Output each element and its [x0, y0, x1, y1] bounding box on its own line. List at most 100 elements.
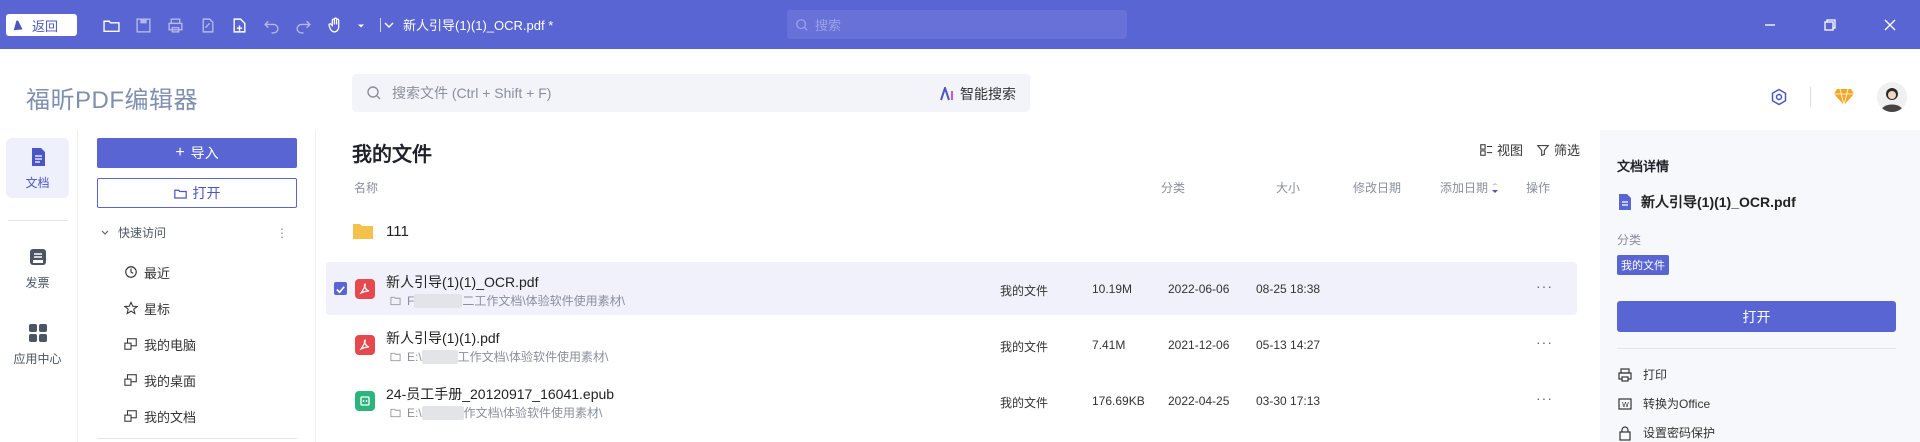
file-path: E:\xxxxxx工作文档\体验软件使用素材\: [390, 348, 608, 365]
column-header-size[interactable]: 大小: [1276, 179, 1300, 196]
nav-label-app-center: 应用中心: [13, 351, 62, 366]
open-folder-icon[interactable]: [100, 14, 122, 36]
settings-icon[interactable]: [1770, 88, 1788, 106]
file-added: 03-30 17:13: [1256, 394, 1321, 408]
file-added: 05-13 14:27: [1256, 338, 1321, 352]
quick-item-label: 最近: [144, 265, 171, 281]
back-pen-icon: [13, 20, 23, 31]
details-open-button[interactable]: 打开: [1617, 301, 1896, 332]
new-file-icon[interactable]: [228, 14, 250, 36]
lock-icon: [1619, 425, 1631, 441]
svg-text:W: W: [1622, 401, 1629, 409]
open-folder-icon: [173, 189, 187, 199]
quick-item-recent[interactable]: 最近: [124, 254, 196, 290]
folder-row[interactable]: 111: [352, 222, 409, 240]
user-avatar[interactable]: [1877, 82, 1907, 112]
quick-item-my-desktop[interactable]: 我的桌面: [124, 362, 196, 398]
import-label: 导入: [190, 145, 219, 161]
filter-label: 筛选: [1554, 143, 1581, 158]
minimize-button[interactable]: [1740, 0, 1800, 49]
column-header-category[interactable]: 分类: [1161, 179, 1185, 196]
document-icon: [31, 147, 45, 166]
file-row[interactable]: 新人引导(1)(1)_OCR.pdf Fxxxxxxxx二工作文档\体验软件使用…: [326, 262, 1577, 315]
epub-file-icon: [355, 391, 375, 411]
back-button[interactable]: 返回: [6, 14, 77, 36]
file-row[interactable]: 24-员工手册_20120917_16041.epub E:\xxxxxxx作文…: [326, 374, 1577, 427]
open-label: 打开: [192, 185, 221, 201]
file-category: 我的文件: [1000, 284, 1049, 298]
file-path-prefix: E:\: [407, 406, 422, 420]
restore-button[interactable]: [1800, 0, 1860, 49]
view-label: 视图: [1497, 143, 1524, 158]
divider: [1617, 348, 1896, 349]
quick-item-label: 我的桌面: [144, 373, 197, 389]
column-header-name[interactable]: 名称: [354, 179, 378, 196]
chevron-down-icon[interactable]: [383, 19, 395, 31]
pdf-file-icon: [355, 279, 375, 299]
more-options-icon[interactable]: ···: [1536, 334, 1553, 350]
hand-tool-icon[interactable]: [324, 14, 346, 36]
file-search-placeholder: 搜索文件 (Ctrl + Shift + F): [392, 85, 552, 101]
import-button[interactable]: + 导入: [97, 138, 297, 168]
nav-item-app-center[interactable]: 应用中心: [6, 314, 69, 374]
file-size: 10.19M: [1092, 282, 1133, 296]
file-added: 08-25 18:38: [1256, 282, 1321, 296]
undo-icon[interactable]: [260, 14, 282, 36]
row-checkbox[interactable]: [334, 282, 347, 295]
more-options-icon[interactable]: ···: [1536, 278, 1553, 294]
column-header-added[interactable]: 添加日期: [1440, 179, 1499, 196]
apps-icon: [28, 323, 47, 342]
back-label: 返回: [32, 18, 59, 34]
nav-item-invoices[interactable]: 发票: [6, 238, 69, 298]
view-button[interactable]: 视图: [1479, 140, 1523, 159]
set-password-action[interactable]: 设置密码保护: [1617, 424, 1715, 441]
ai-search-button[interactable]: 智能搜索: [940, 84, 1016, 104]
quick-access-list: 最近 星标 我的电脑 我的桌面 我的文档: [124, 254, 196, 434]
file-search-input[interactable]: 搜索文件 (Ctrl + Shift + F) 智能搜索: [352, 74, 1030, 112]
column-header-modified[interactable]: 修改日期: [1353, 179, 1401, 196]
left-nav: 文档 发票 应用中心: [0, 130, 78, 442]
file-path: E:\xxxxxxx作文档\体验软件使用素材\: [390, 404, 602, 421]
close-button[interactable]: [1860, 0, 1920, 49]
more-options-icon[interactable]: ···: [1536, 390, 1553, 406]
dropdown-caret-icon[interactable]: [356, 14, 366, 36]
convert-to-office-action[interactable]: W 转换为Office: [1617, 395, 1710, 412]
app-brand: 福昕PDF编辑器: [26, 87, 198, 114]
plus-icon: +: [175, 144, 185, 161]
more-vertical-icon[interactable]: ⋮: [276, 226, 288, 240]
quick-access-label: 快速访问: [118, 226, 167, 240]
computer-icon: [124, 338, 137, 350]
file-path-prefix: E:\: [407, 350, 422, 364]
ai-search-label: 智能搜索: [960, 86, 1016, 102]
filter-icon: [1536, 144, 1550, 156]
desktop-icon: [124, 374, 137, 386]
print-icon[interactable]: [164, 14, 186, 36]
save-icon[interactable]: [132, 14, 154, 36]
file-row[interactable]: 新人引导(1)(1).pdf E:\xxxxxx工作文档\体验软件使用素材\ 我…: [326, 318, 1577, 371]
quick-item-my-computer[interactable]: 我的电脑: [124, 326, 196, 362]
file-name: 新人引导(1)(1)_OCR.pdf: [386, 274, 539, 290]
print-icon: [1618, 367, 1632, 382]
quick-item-my-documents[interactable]: 我的文档: [124, 398, 196, 434]
top-search-input[interactable]: 搜索: [787, 10, 1127, 39]
filter-button[interactable]: 筛选: [1536, 140, 1580, 159]
quick-item-starred[interactable]: 星标: [124, 290, 196, 326]
open-button[interactable]: 打开: [97, 178, 297, 208]
file-path-suffix: 作文档\体验软件使用素材\: [463, 406, 603, 420]
view-list-icon: [1480, 143, 1493, 156]
page-title: 我的文件: [352, 144, 432, 166]
folder-outline-icon: [390, 408, 401, 417]
export-icon[interactable]: [196, 14, 218, 36]
print-action[interactable]: 打印: [1617, 366, 1667, 383]
restore-icon: [1824, 18, 1836, 31]
redo-icon[interactable]: [292, 14, 314, 36]
avatar-icon: [1881, 88, 1903, 112]
category-badge: 我的文件: [1617, 255, 1669, 275]
nav-item-documents[interactable]: 文档: [6, 138, 69, 198]
minimize-icon: [1765, 23, 1775, 26]
nav-label-invoices: 发票: [25, 275, 50, 290]
quick-access-header[interactable]: 快速访问 ⋮: [100, 224, 300, 241]
file-modified: 2022-06-06: [1168, 282, 1230, 296]
divider: [97, 438, 297, 439]
vip-diamond-icon[interactable]: [1833, 87, 1855, 107]
